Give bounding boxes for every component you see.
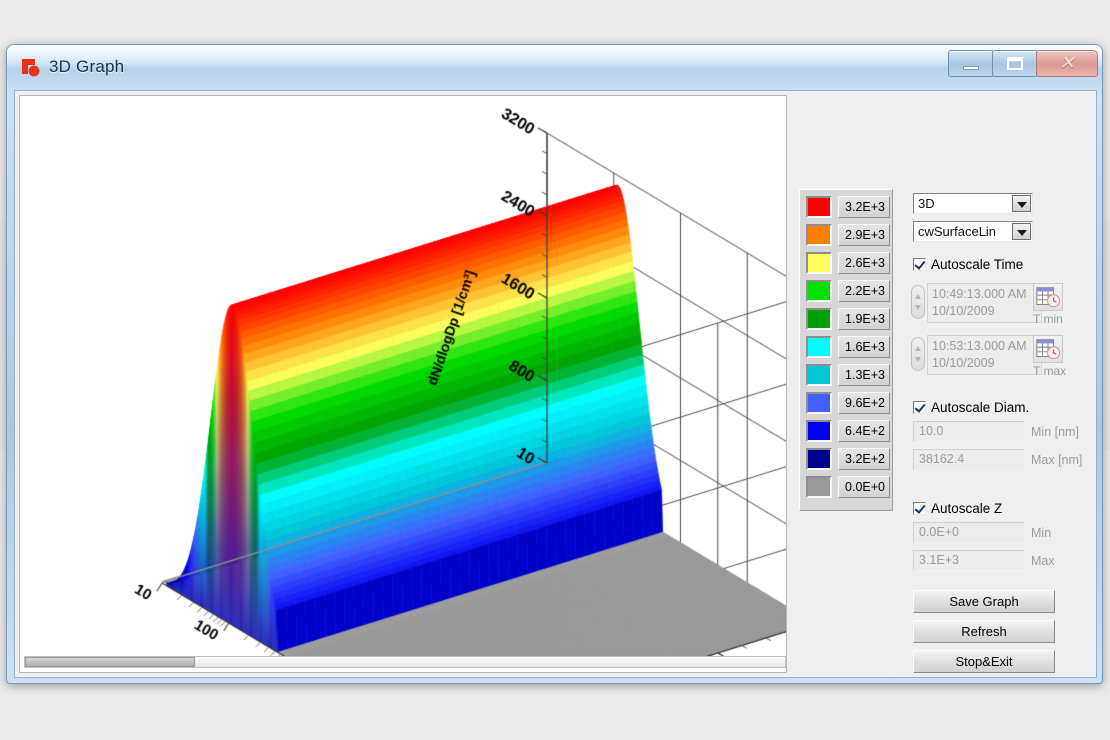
color-scale-row[interactable]: 1.9E+3 — [802, 305, 890, 333]
color-scale-value[interactable]: 2.6E+3 — [838, 252, 890, 274]
color-swatch — [806, 364, 832, 386]
color-swatch — [806, 280, 832, 302]
color-scale-value[interactable]: 6.4E+2 — [838, 420, 890, 442]
minimize-icon — [963, 66, 979, 70]
color-scale-row[interactable]: 6.4E+2 — [802, 417, 890, 445]
color-swatch — [806, 308, 832, 330]
color-scale-row[interactable]: 9.6E+2 — [802, 389, 890, 417]
t-max-stepper[interactable] — [911, 337, 925, 371]
scrollbar-thumb[interactable] — [25, 657, 195, 667]
color-swatch — [806, 476, 832, 498]
labview-logo-icon — [21, 58, 42, 79]
color-scale-value[interactable]: 1.6E+3 — [838, 336, 890, 358]
calendar-clock-glyph — [1034, 284, 1062, 310]
calendar-clock-icon[interactable] — [1033, 335, 1063, 363]
color-swatch — [806, 448, 832, 470]
minimize-button[interactable] — [948, 50, 994, 77]
titlebar-gloss — [7, 45, 1102, 67]
color-swatch — [806, 224, 832, 246]
color-scale-row[interactable]: 2.9E+3 — [802, 221, 890, 249]
window-titlebar[interactable]: 3D Graph ✕ — [7, 45, 1102, 92]
plot-style-dropdown[interactable]: cwSurfaceLin — [913, 221, 1033, 242]
color-scale-row[interactable]: 1.3E+3 — [802, 361, 890, 389]
color-scale-value[interactable]: 2.9E+3 — [838, 224, 890, 246]
autoscale-z-label: Autoscale Z — [931, 501, 1002, 516]
color-swatch — [806, 420, 832, 442]
z-max-label: Max — [1031, 554, 1055, 568]
refresh-button[interactable]: Refresh — [913, 620, 1055, 643]
t-min-calendar-picker[interactable]: T min — [1033, 283, 1073, 326]
color-scale-row[interactable]: 3.2E+3 — [802, 193, 890, 221]
t-min-value[interactable]: 10:49:13.000 AM 10/10/2009 — [927, 283, 1042, 323]
color-scale-value[interactable]: 3.2E+3 — [838, 196, 890, 218]
color-swatch — [806, 196, 832, 218]
t-min-time: 10:49:13.000 AM — [932, 286, 1041, 303]
t-max-calendar-picker[interactable]: T max — [1033, 335, 1073, 378]
checkbox-checked-icon — [913, 258, 926, 271]
diam-min-label: Min [nm] — [1031, 425, 1079, 439]
checkbox-checked-icon — [913, 502, 926, 515]
diam-min-input[interactable]: 10.0 — [913, 421, 1025, 442]
t-max-date: 10/10/2009 — [932, 355, 1041, 372]
window-title: 3D Graph — [49, 57, 124, 77]
color-scale-row[interactable]: 1.6E+3 — [802, 333, 890, 361]
t-max-time: 10:53:13.000 AM — [932, 338, 1041, 355]
calendar-clock-icon[interactable] — [1033, 283, 1063, 311]
maximize-button[interactable] — [992, 50, 1038, 77]
diam-max-label: Max [nm] — [1031, 453, 1082, 467]
color-scale-row[interactable]: 0.0E+0 — [802, 473, 890, 501]
color-scale-legend[interactable]: 3.2E+3 2.9E+3 2.6E+3 2.2E+3 1.9E+3 1.6E+… — [799, 189, 893, 511]
autoscale-z-checkbox[interactable]: Autoscale Z — [913, 501, 1002, 516]
t-max-field[interactable]: 10:53:13.000 AM 10/10/2009 — [911, 335, 1044, 375]
t-min-date: 10/10/2009 — [932, 303, 1041, 320]
color-scale-value[interactable]: 1.3E+3 — [838, 364, 890, 386]
graph-pane[interactable] — [19, 95, 787, 673]
close-button[interactable]: ✕ — [1036, 50, 1098, 77]
window-client-area: 3.2E+3 2.9E+3 2.6E+3 2.2E+3 1.9E+3 1.6E+… — [14, 90, 1097, 678]
diam-max-input[interactable]: 38162.4 — [913, 449, 1025, 470]
color-swatch — [806, 336, 832, 358]
z-min-input[interactable]: 0.0E+0 — [913, 522, 1025, 543]
autoscale-diam-checkbox[interactable]: Autoscale Diam. — [913, 400, 1029, 415]
t-min-stepper[interactable] — [911, 285, 925, 319]
control-panel: 3D cwSurfaceLin Autoscale Time 10:49:13.… — [903, 187, 1093, 677]
t-max-value[interactable]: 10:53:13.000 AM 10/10/2009 — [927, 335, 1042, 375]
app-window: 3D Graph ✕ 3.2E+3 2.9E+3 2.6E+3 2.2E+3 1… — [6, 44, 1103, 684]
z-min-label: Min — [1031, 526, 1051, 540]
scrollbar-track[interactable] — [195, 657, 785, 667]
color-scale-row[interactable]: 3.2E+2 — [802, 445, 890, 473]
autoscale-time-checkbox[interactable]: Autoscale Time — [913, 257, 1023, 272]
color-swatch — [806, 252, 832, 274]
close-icon: ✕ — [1037, 51, 1097, 76]
save-graph-button[interactable]: Save Graph — [913, 590, 1055, 613]
calendar-clock-glyph — [1034, 336, 1062, 362]
t-min-label: T min — [1033, 312, 1073, 326]
color-scale-value[interactable]: 2.2E+3 — [838, 280, 890, 302]
plot-style-value: cwSurfaceLin — [918, 224, 996, 239]
view-mode-value: 3D — [918, 196, 935, 211]
color-scale-value[interactable]: 3.2E+2 — [838, 448, 890, 470]
surface-plot-canvas[interactable] — [20, 96, 786, 656]
t-min-field[interactable]: 10:49:13.000 AM 10/10/2009 — [911, 283, 1044, 323]
color-scale-value[interactable]: 1.9E+3 — [838, 308, 890, 330]
t-max-label: T max — [1033, 364, 1073, 378]
color-scale-row[interactable]: 2.6E+3 — [802, 249, 890, 277]
chevron-down-icon[interactable] — [1012, 223, 1031, 240]
checkbox-checked-icon — [913, 401, 926, 414]
stop-exit-button[interactable]: Stop&Exit — [913, 650, 1055, 673]
graph-horizontal-scrollbar[interactable] — [24, 656, 786, 668]
z-max-input[interactable]: 3.1E+3 — [913, 550, 1025, 571]
color-scale-row[interactable]: 2.2E+3 — [802, 277, 890, 305]
chevron-down-icon[interactable] — [1012, 195, 1031, 212]
autoscale-time-label: Autoscale Time — [931, 257, 1023, 272]
color-scale-value[interactable]: 0.0E+0 — [838, 476, 890, 498]
color-scale-value[interactable]: 9.6E+2 — [838, 392, 890, 414]
autoscale-diam-label: Autoscale Diam. — [931, 400, 1029, 415]
color-swatch — [806, 392, 832, 414]
view-mode-dropdown[interactable]: 3D — [913, 193, 1033, 214]
maximize-icon — [1007, 57, 1023, 70]
